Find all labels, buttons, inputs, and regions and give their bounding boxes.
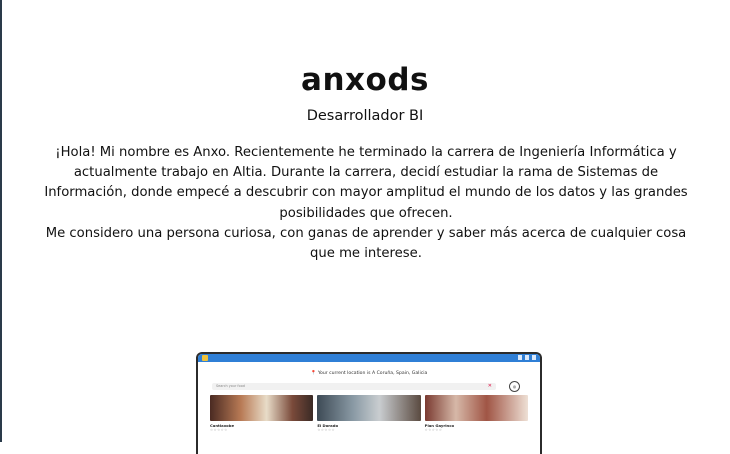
rating-stars: ☆☆☆☆☆: [317, 428, 336, 432]
search-placeholder: Search your food: [216, 384, 245, 388]
restaurant-photo: [317, 395, 421, 421]
restaurant-card: El Dorado ☆☆☆☆☆: [317, 395, 421, 432]
project-preview-screenshot[interactable]: 📍 Your current location is A Coruña, Spa…: [196, 352, 542, 454]
restaurant-photo: [210, 395, 314, 421]
location-pin-icon: 📍: [310, 371, 317, 376]
rating-stars: ☆☆☆☆☆: [210, 428, 228, 432]
preview-location: 📍 Your current location is A Coruña, Spa…: [198, 371, 540, 376]
bio-section: ¡Hola! Mi nombre es Anxo. Recientemente …: [38, 143, 694, 264]
restaurant-card: Cantiaxobe ☆☆☆☆☆: [210, 395, 314, 432]
close-icon: [532, 355, 536, 360]
restaurant-card: Plan Gayrinco ☆☆☆☆☆: [424, 395, 528, 432]
maximize-icon: [525, 355, 529, 360]
minimize-icon: [518, 355, 522, 360]
preview-search-input: Search your food ✕: [212, 383, 496, 390]
preview-app-bar: [198, 354, 540, 362]
clear-icon: ✕: [487, 383, 492, 389]
page-title: anxods: [301, 62, 429, 98]
bio-paragraph: ¡Hola! Mi nombre es Anxo. Recientemente …: [44, 145, 688, 221]
restaurant-photo: [424, 395, 528, 421]
app-logo-icon: [202, 355, 208, 361]
page-subtitle: Desarrollador BI: [306, 108, 424, 124]
rating-stars: ☆☆☆☆☆: [424, 428, 443, 432]
bio-paragraph: Me considero una persona curiosa, con ga…: [45, 225, 687, 262]
filter-icon: ◎: [509, 381, 520, 392]
location-text: Your current location is A Coruña, Spain…: [317, 371, 428, 376]
preview-window-controls: [518, 355, 536, 360]
preview-card-list: Cantiaxobe ☆☆☆☆☆ El Dorado ☆☆☆☆☆ Plan Ga…: [210, 395, 528, 432]
